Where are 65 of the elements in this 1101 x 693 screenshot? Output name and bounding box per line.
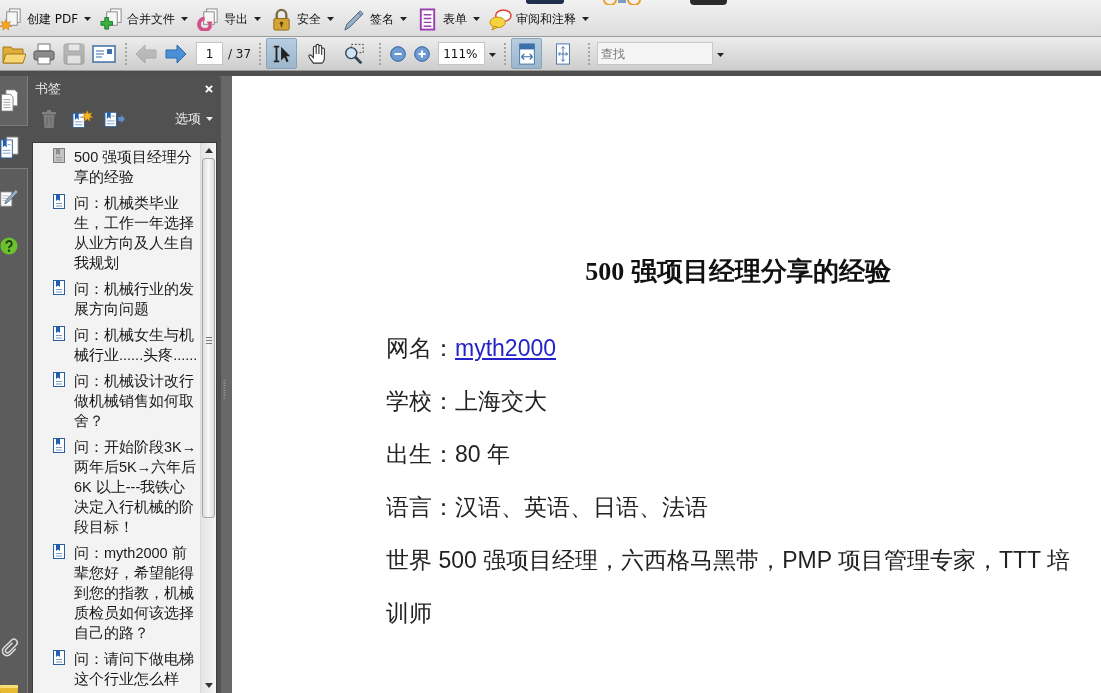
menu-button[interactable]: 安全 bbox=[270, 4, 335, 34]
fit-width-button[interactable] bbox=[511, 38, 543, 69]
panel-title: 书签 bbox=[35, 80, 61, 98]
menu-button[interactable]: 创建 PDF bbox=[0, 4, 92, 34]
scrollbar-thumb[interactable] bbox=[202, 158, 215, 518]
bookmark-item[interactable]: 500 强项目经理分享的经验 bbox=[74, 147, 198, 187]
document-sparkle-icon bbox=[0, 7, 23, 31]
speech-bubbles-icon bbox=[489, 7, 513, 31]
paperclip-icon[interactable] bbox=[0, 635, 20, 659]
pen-icon bbox=[343, 7, 367, 31]
partial-tile-icon bbox=[690, 0, 727, 5]
search-field[interactable]: 查找 bbox=[597, 42, 714, 65]
partial-ring-icon bbox=[602, 0, 642, 5]
select-tool-button[interactable] bbox=[266, 38, 298, 69]
caret-icon[interactable] bbox=[717, 52, 725, 57]
bookmark-item[interactable]: 问：myth2000 前辈您好，希望能得到您的指教，机械质检员如何该选择自己的路？ bbox=[74, 543, 198, 643]
caret-icon bbox=[400, 17, 408, 21]
menu-button[interactable]: 表单 bbox=[416, 4, 481, 34]
caret-icon bbox=[327, 17, 335, 21]
bookmark-star-icon[interactable] bbox=[72, 110, 93, 128]
magnifier-icon bbox=[342, 42, 365, 65]
options-menu-button[interactable]: 选项 bbox=[175, 110, 213, 128]
scroll-up-icon[interactable] bbox=[204, 148, 213, 153]
bookmark-item[interactable]: 问：机械类毕业生，工作一年选择从业方向及人生自我规划 bbox=[74, 193, 198, 273]
profile-paragraph: 世界 500 强项目经理，六西格马黑带，PMP 项目管理专家，TTT 培训师 bbox=[386, 546, 1072, 628]
bookmarks-tab[interactable] bbox=[0, 126, 28, 169]
bookmark-item[interactable]: 问：开始阶段3K→两年后5K→六年后6K 以上---我铁心决定入行机械的阶段目标！ bbox=[74, 437, 198, 537]
zoom-field[interactable]: 111% bbox=[438, 42, 486, 65]
caret-icon bbox=[181, 17, 189, 21]
profile-line: 出生：80 年 bbox=[386, 440, 511, 469]
document-arrow-icon bbox=[197, 7, 221, 31]
help-icon[interactable] bbox=[0, 237, 18, 255]
caret-icon bbox=[254, 17, 262, 21]
menu-button[interactable]: 审阅和注释 bbox=[489, 4, 590, 34]
profile-link[interactable]: myth2000 bbox=[455, 335, 556, 361]
menu-button[interactable]: 签名 bbox=[343, 4, 408, 34]
printer-icon[interactable] bbox=[32, 41, 56, 66]
caret-icon bbox=[582, 17, 590, 21]
zoom-out-icon[interactable] bbox=[390, 45, 407, 62]
tile-icon[interactable] bbox=[0, 685, 18, 693]
profile-line: 语言：汉语、英语、日语、法语 bbox=[386, 493, 709, 522]
profile-line: 学校：上海交大 bbox=[386, 387, 548, 416]
documents-plus-icon bbox=[100, 7, 124, 31]
bookmark-item[interactable]: 问：机械女生与机械行业......头疼...... bbox=[74, 325, 198, 365]
menu-button[interactable]: 合并文件 bbox=[100, 4, 189, 34]
pages-tab[interactable] bbox=[0, 76, 27, 126]
bookmark-arrow-icon[interactable] bbox=[104, 110, 125, 128]
bookmark-item[interactable]: 问：请问下做电梯这个行业怎么样 bbox=[74, 649, 198, 689]
pages-icon bbox=[0, 89, 19, 112]
bookmark-page-icon bbox=[0, 135, 19, 159]
bookmark-item[interactable]: 问：机械行业的发展方向问题 bbox=[74, 279, 198, 319]
profile-line: 网名：myth2000 bbox=[386, 334, 557, 363]
page-count: / 37 bbox=[228, 46, 252, 61]
bookmark-item[interactable]: 问：机械设计改行做机械销售如何取舍？ bbox=[74, 371, 198, 431]
caret-icon bbox=[473, 17, 481, 21]
close-icon[interactable] bbox=[205, 85, 213, 93]
caret-icon bbox=[206, 117, 213, 121]
partial-tile-icon bbox=[526, 0, 564, 4]
menu-button[interactable]: 导出 bbox=[197, 4, 262, 34]
zoom-in-icon[interactable] bbox=[414, 45, 431, 62]
caret-icon[interactable] bbox=[489, 52, 497, 57]
page-number-field[interactable]: 1 bbox=[196, 42, 223, 65]
caret-icon bbox=[84, 17, 92, 21]
scroll-down-icon[interactable] bbox=[204, 683, 213, 688]
document-title: 500 强项目经理分享的经验 bbox=[584, 256, 892, 288]
